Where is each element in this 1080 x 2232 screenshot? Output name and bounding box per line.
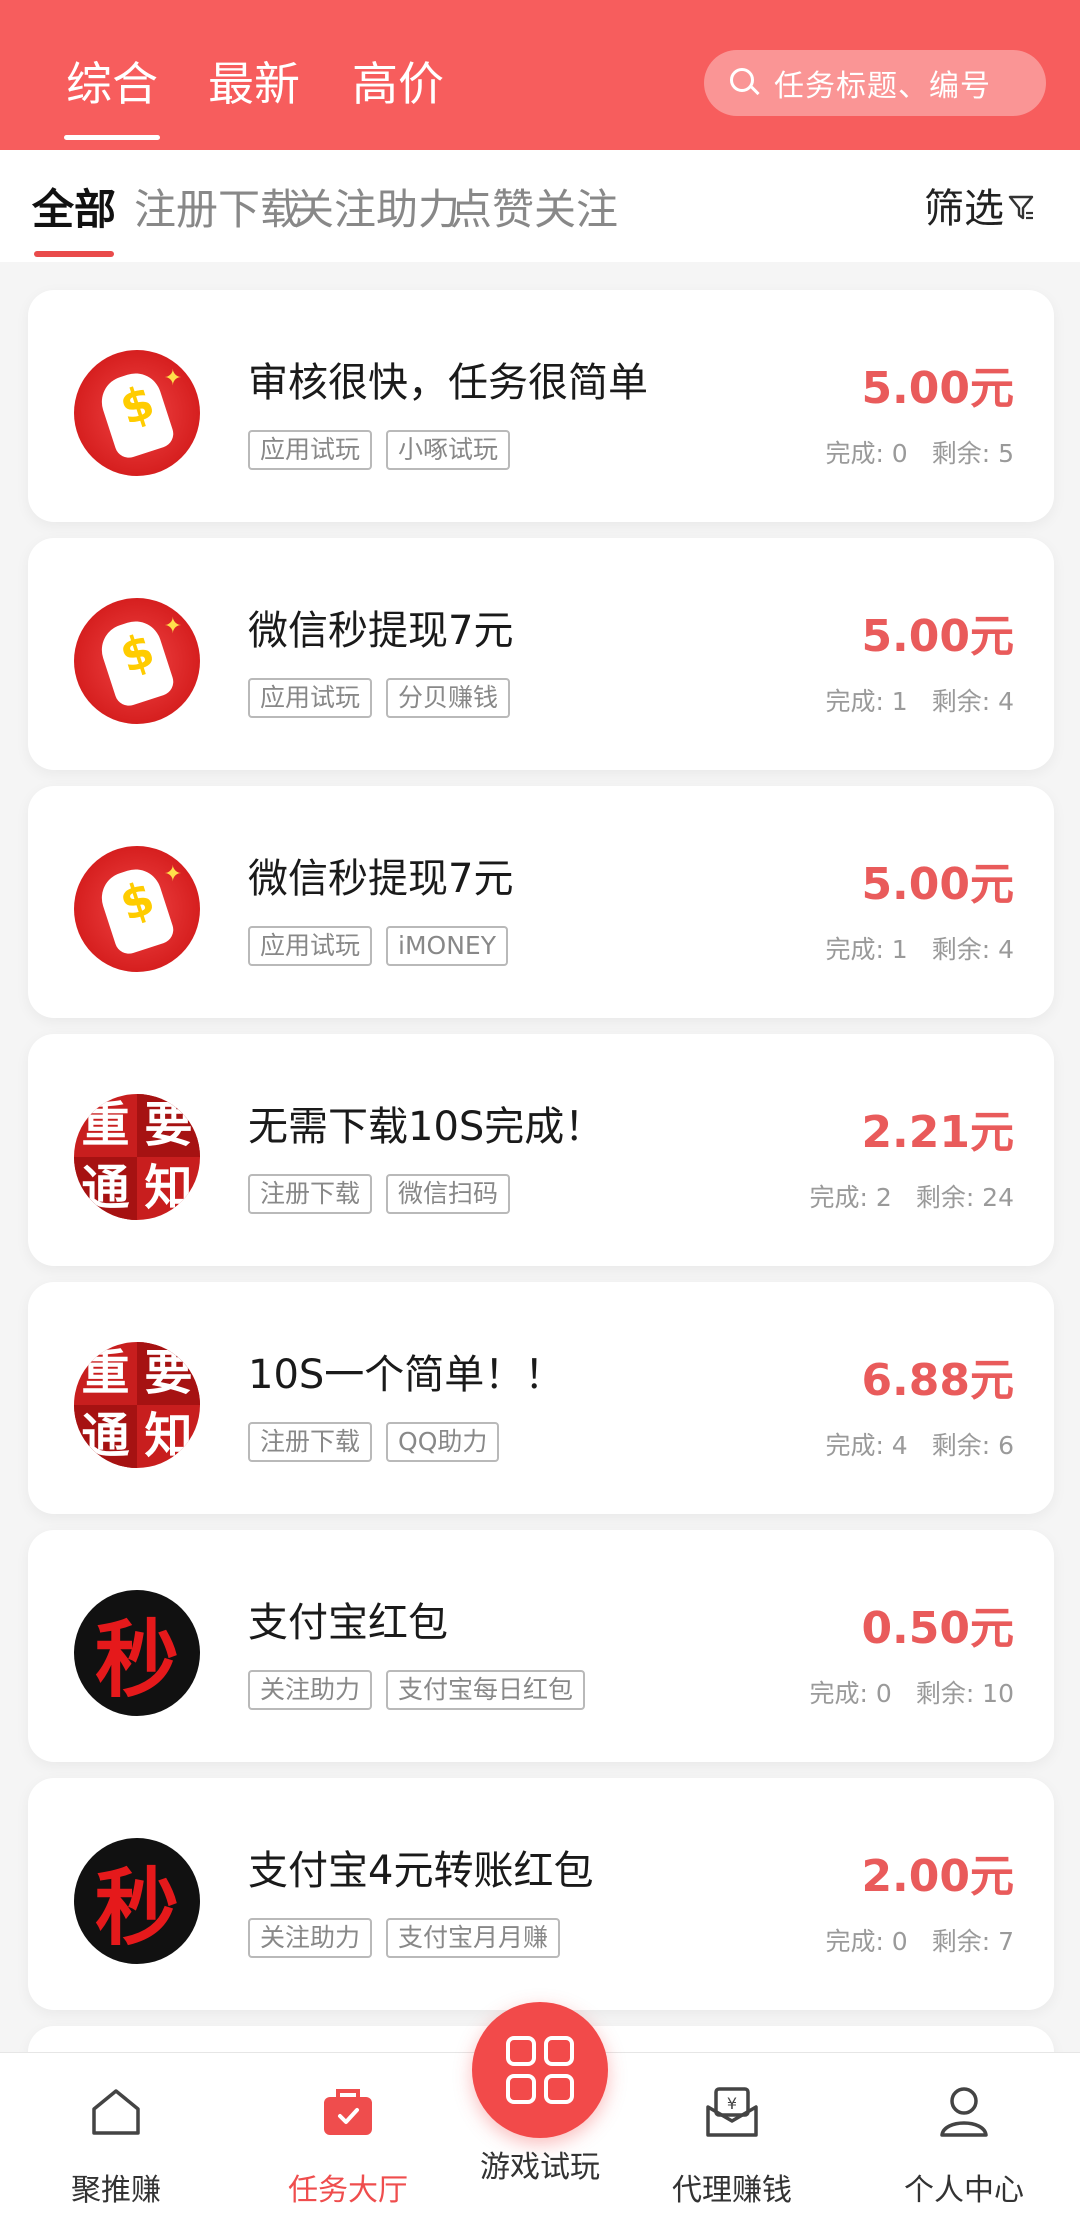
- task-tag: 应用试玩: [248, 926, 373, 966]
- task-remaining: 剩余: 4: [931, 687, 1014, 716]
- task-title: 无需下载10S完成！: [248, 1104, 605, 1150]
- category-register-download[interactable]: 注册下载: [134, 176, 302, 237]
- task-price: 0.50元: [861, 1603, 1014, 1654]
- search-placeholder: 任务标题、编号: [774, 69, 991, 104]
- task-card[interactable]: $ ✦ 审核很快，任务很简单 应用试玩 小啄试玩 5.00元 完成: 0 剩余: …: [28, 290, 1054, 522]
- task-card[interactable]: 秒 支付宝4元转账红包 关注助力 支付宝月月赚 2.00元 完成: 0 剩余: …: [28, 1778, 1054, 2010]
- tab-comprehensive[interactable]: 综合: [64, 48, 160, 140]
- notice-avatar: 重要 通知: [74, 1342, 200, 1468]
- person-icon: [940, 2087, 988, 2137]
- task-tag: 微信扫码: [386, 1174, 511, 1214]
- task-tag: 小啄试玩: [386, 430, 511, 470]
- tab-high-price[interactable]: 高价: [352, 48, 444, 114]
- task-remaining: 剩余: 4: [931, 935, 1014, 964]
- task-completed: 完成: 2: [809, 1183, 892, 1212]
- task-price: 5.00元: [861, 859, 1014, 910]
- filter-button[interactable]: 筛选: [924, 176, 1034, 234]
- task-price: 5.00元: [861, 611, 1014, 662]
- nav-item-agent-earn[interactable]: ¥ 代理赚钱: [632, 2053, 832, 2232]
- filter-icon: [1008, 195, 1034, 220]
- task-tag: 应用试玩: [248, 430, 373, 470]
- task-tag: iMONEY: [386, 926, 508, 966]
- task-card[interactable]: $ ✦ 微信秒提现7元 应用试玩 分贝赚钱 5.00元 完成: 1 剩余: 4: [28, 538, 1054, 770]
- task-tag: 分贝赚钱: [386, 678, 511, 718]
- task-card[interactable]: 重要 通知 无需下载10S完成！ 注册下载 微信扫码 2.21元 完成: 2 剩…: [28, 1034, 1054, 1266]
- hand-money-avatar: $ ✦: [74, 598, 200, 724]
- nav-label: 任务大厅: [288, 2173, 408, 2208]
- task-completed: 完成: 0: [809, 1679, 892, 1708]
- task-title: 微信秒提现7元: [248, 608, 514, 654]
- task-card[interactable]: $ ✦ 微信秒提现7元 应用试玩 iMONEY 5.00元 完成: 1 剩余: 4: [28, 786, 1054, 1018]
- task-tag: 注册下载: [248, 1422, 373, 1462]
- task-title: 10S一个简单！！: [248, 1352, 565, 1398]
- task-remaining: 剩余: 6: [931, 1431, 1014, 1460]
- task-tag: 支付宝每日红包: [386, 1670, 586, 1710]
- task-completed: 完成: 0: [825, 439, 908, 468]
- notice-avatar: 重要 通知: [74, 1094, 200, 1220]
- nav-label: 个人中心: [904, 2173, 1024, 2208]
- task-remaining: 剩余: 5: [931, 439, 1014, 468]
- task-tag: 注册下载: [248, 1174, 373, 1214]
- category-like-follow[interactable]: 点赞关注: [450, 176, 618, 237]
- hand-money-avatar: $ ✦: [74, 350, 200, 476]
- task-remaining: 剩余: 10: [915, 1679, 1014, 1708]
- home-icon: [92, 2089, 140, 2135]
- search-input[interactable]: 任务标题、编号: [704, 50, 1046, 116]
- game-trial-button[interactable]: [472, 2002, 608, 2138]
- top-header: 综合 最新 高价 任务标题、编号: [0, 0, 1080, 150]
- task-completed: 完成: 1: [825, 935, 908, 964]
- miao-avatar: 秒: [74, 1590, 200, 1716]
- category-follow-assist[interactable]: 关注助力: [292, 176, 460, 237]
- game-trial-label: 游戏试玩: [480, 2150, 600, 2185]
- task-price: 6.88元: [861, 1355, 1014, 1406]
- task-tag: 应用试玩: [248, 678, 373, 718]
- task-tag: QQ助力: [386, 1422, 500, 1462]
- task-card[interactable]: 重要 通知 10S一个简单！！ 注册下载 QQ助力 6.88元 完成: 4 剩余…: [28, 1282, 1054, 1514]
- task-title: 支付宝4元转账红包: [248, 1848, 594, 1894]
- task-card[interactable]: 秒 支付宝红包 关注助力 支付宝每日红包 0.50元 完成: 0 剩余: 10: [28, 1530, 1054, 1762]
- task-tag: 关注助力: [248, 1670, 373, 1710]
- nav-label: 聚推赚: [71, 2173, 161, 2208]
- envelope-yen-icon: ¥: [706, 2087, 758, 2137]
- task-completed: 完成: 1: [825, 687, 908, 716]
- category-bar: 全部 注册下载 关注助力 点赞关注 筛选: [0, 150, 1080, 262]
- svg-text:¥: ¥: [727, 2094, 737, 2113]
- task-price: 2.21元: [861, 1107, 1014, 1158]
- task-tag: 支付宝月月赚: [386, 1918, 561, 1958]
- task-title: 微信秒提现7元: [248, 856, 514, 902]
- task-title: 审核很快，任务很简单: [248, 360, 648, 406]
- search-icon: [730, 68, 760, 98]
- miao-avatar: 秒: [74, 1838, 200, 1964]
- nav-item-task-hall[interactable]: 任务大厅: [248, 2053, 448, 2232]
- task-completed: 完成: 0: [825, 1927, 908, 1956]
- nav-label: 代理赚钱: [672, 2173, 792, 2208]
- task-remaining: 剩余: 7: [931, 1927, 1014, 1956]
- tab-latest[interactable]: 最新: [208, 48, 300, 114]
- task-price: 2.00元: [861, 1851, 1014, 1902]
- grid-icon: [506, 2036, 574, 2104]
- task-remaining: 剩余: 24: [915, 1183, 1014, 1212]
- nav-item-home[interactable]: 聚推赚: [16, 2053, 216, 2232]
- task-bag-icon: [324, 2089, 372, 2135]
- task-completed: 完成: 4: [825, 1431, 908, 1460]
- task-price: 5.00元: [861, 363, 1014, 414]
- nav-item-profile[interactable]: 个人中心: [864, 2053, 1064, 2232]
- category-all[interactable]: 全部: [32, 176, 116, 257]
- filter-label: 筛选: [924, 186, 1004, 232]
- task-title: 支付宝红包: [248, 1600, 448, 1646]
- hand-money-avatar: $ ✦: [74, 846, 200, 972]
- task-tag: 关注助力: [248, 1918, 373, 1958]
